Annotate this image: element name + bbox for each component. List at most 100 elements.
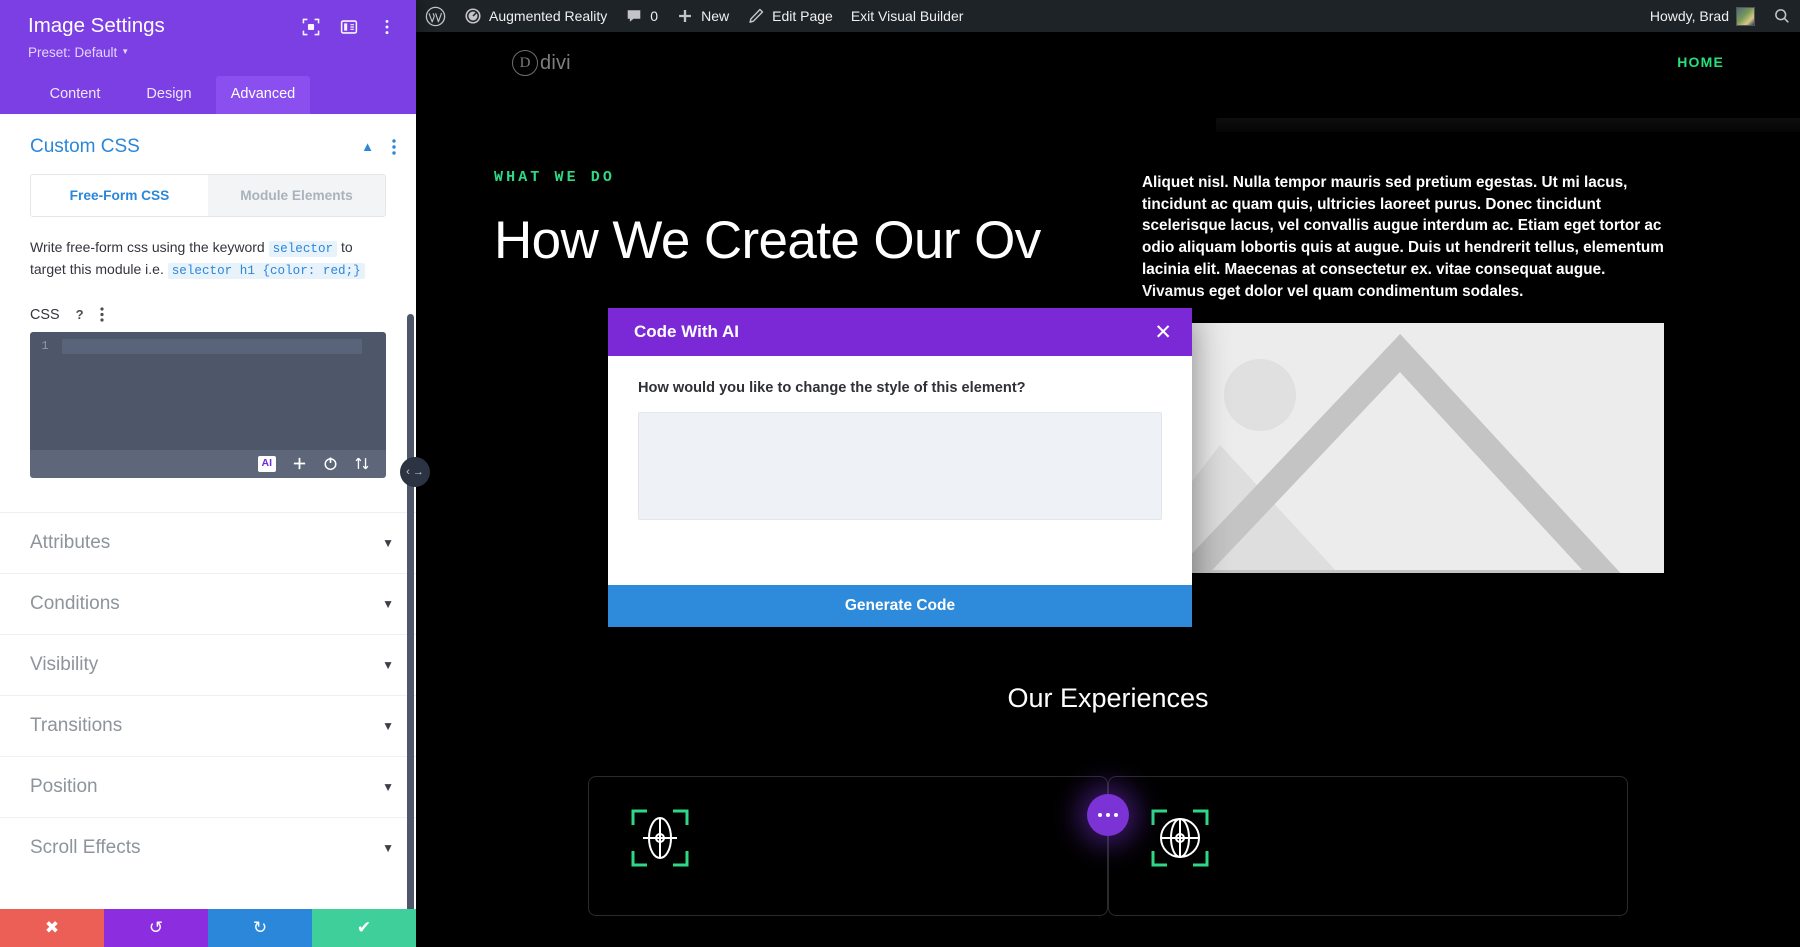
redo-button[interactable]: ↻ [208, 909, 312, 947]
accordion-item-visibility[interactable]: Visibility ▼ [0, 634, 416, 695]
accordion-item-scroll-effects[interactable]: Scroll Effects ▼ [0, 817, 416, 878]
segment-module-elements[interactable]: Module Elements [208, 175, 385, 216]
css-editor-line-number: 1 [30, 332, 60, 450]
image-module-placeholder[interactable] [1142, 323, 1664, 573]
panel-title: Image Settings [28, 14, 165, 39]
segment-free-form-css[interactable]: Free-Form CSS [31, 175, 208, 216]
generate-code-button[interactable]: Generate Code [608, 585, 1192, 627]
css-editor-area[interactable]: 1 [30, 332, 386, 450]
wp-site-name-label: Augmented Reality [489, 8, 607, 24]
dot [1098, 813, 1102, 817]
accordion-item-transitions[interactable]: Transitions ▼ [0, 695, 416, 756]
ar-target-icon [629, 807, 691, 869]
divi-logo-word: divi [540, 52, 571, 75]
wp-logo-button[interactable] [416, 0, 455, 32]
sort-updown-icon[interactable] [354, 456, 370, 471]
wp-site-name[interactable]: Augmented Reality [455, 0, 616, 32]
accordion-label: Position [30, 776, 98, 798]
experience-card[interactable] [588, 776, 1108, 916]
close-icon[interactable]: ✕ [1154, 322, 1172, 343]
tab-design[interactable]: Design [122, 76, 216, 114]
css-editor[interactable]: 1 AI [30, 332, 386, 478]
site-header: D divi HOME [416, 32, 1800, 94]
cancel-button[interactable]: ✖ [0, 909, 104, 947]
site-logo[interactable]: D divi [512, 50, 571, 76]
css-mode-segmented-control: Free-Form CSS Module Elements [30, 174, 386, 217]
code-with-ai-modal: Code With AI ✕ How would you like to cha… [608, 308, 1192, 627]
wp-new-button[interactable]: New [667, 0, 738, 32]
site-nav[interactable]: HOME [1677, 54, 1724, 72]
panel-header: Image Settings Preset: Default ▼ [0, 0, 416, 114]
preset-selector[interactable]: Preset: Default ▼ [28, 45, 165, 60]
search-icon [1773, 7, 1791, 25]
section-right-column: Aliquet nisl. Nulla tempor mauris sed pr… [1142, 169, 1672, 573]
undo-button[interactable]: ↺ [104, 909, 208, 947]
chevron-down-icon: ▼ [382, 841, 394, 855]
chevron-up-icon[interactable]: ▲ [361, 139, 374, 154]
advanced-accordion: Attributes ▼ Conditions ▼ Visibility ▼ T… [0, 512, 416, 878]
chevron-down-icon: ▼ [382, 719, 394, 733]
focus-target-icon[interactable] [302, 18, 320, 36]
experience-card[interactable] [1108, 776, 1628, 916]
css-field-label-row: CSS ? [30, 307, 386, 323]
wp-comments-count: 0 [650, 8, 658, 24]
experiences-title: Our Experiences [416, 683, 1800, 714]
modal-title: Code With AI [634, 322, 739, 342]
dashboard-icon [464, 7, 482, 25]
chevron-down-icon: ▼ [382, 536, 394, 550]
dot [1114, 813, 1118, 817]
wp-exit-builder-button[interactable]: Exit Visual Builder [842, 0, 973, 32]
tab-content[interactable]: Content [28, 76, 122, 114]
css-field-label: CSS [30, 307, 60, 323]
chevron-down-icon: ▼ [121, 48, 129, 56]
kebab-menu-icon[interactable] [378, 18, 396, 36]
kebab-menu-icon[interactable] [392, 139, 396, 155]
custom-css-group-header[interactable]: Custom CSS ▲ [0, 114, 416, 174]
add-module-button[interactable] [1087, 794, 1129, 836]
save-button[interactable]: ✔ [312, 909, 416, 947]
panel-body: Custom CSS ▲ Free-Form CSS Module Elemen… [0, 114, 416, 909]
ar-globe-icon [1149, 807, 1211, 869]
custom-css-title: Custom CSS [30, 136, 140, 158]
accordion-label: Conditions [30, 593, 120, 615]
panel-scrollbar[interactable] [407, 314, 414, 909]
help-part-1: Write free-form css using the keyword [30, 239, 265, 255]
wp-comments-button[interactable]: 0 [616, 0, 667, 32]
accordion-label: Transitions [30, 715, 122, 737]
accordion-label: Scroll Effects [30, 837, 141, 859]
module-settings-panel: Image Settings Preset: Default ▼ [0, 0, 416, 947]
ai-badge-button[interactable]: AI [258, 456, 277, 472]
accordion-label: Visibility [30, 654, 98, 676]
accordion-item-attributes[interactable]: Attributes ▼ [0, 512, 416, 573]
custom-css-help-text: Write free-form css using the keyword se… [30, 237, 386, 281]
wp-account-menu[interactable]: Howdy, Brad [1641, 0, 1764, 32]
power-icon[interactable] [323, 456, 338, 471]
accordion-item-conditions[interactable]: Conditions ▼ [0, 573, 416, 634]
modal-body: How would you like to change the style o… [608, 356, 1192, 555]
chevron-down-icon: ▼ [382, 658, 394, 672]
css-editor-toolbar: AI [30, 450, 386, 478]
accordion-label: Attributes [30, 532, 110, 554]
layout-columns-icon[interactable] [340, 18, 358, 36]
ai-prompt-input[interactable] [638, 412, 1162, 520]
css-editor-active-line [62, 339, 362, 354]
modal-question-label: How would you like to change the style o… [638, 380, 1162, 396]
tab-advanced[interactable]: Advanced [216, 76, 310, 114]
nav-link-home[interactable]: HOME [1677, 54, 1724, 70]
panel-tabs: Content Design Advanced [28, 76, 396, 114]
panel-footer: ✖ ↺ ↻ ✔ [0, 909, 416, 947]
chevron-down-icon: ▼ [382, 780, 394, 794]
add-icon[interactable] [292, 456, 307, 471]
experience-cards [416, 776, 1800, 916]
wp-exit-builder-label: Exit Visual Builder [851, 8, 964, 24]
wp-search-button[interactable] [1764, 0, 1800, 32]
accordion-item-position[interactable]: Position ▼ [0, 756, 416, 817]
panel-resize-handle[interactable]: ‹ → [400, 457, 430, 487]
wp-edit-page-button[interactable]: Edit Page [738, 0, 842, 32]
wp-edit-page-label: Edit Page [772, 8, 833, 24]
help-question-icon[interactable]: ? [72, 307, 88, 323]
avatar [1736, 7, 1755, 26]
pencil-icon [747, 7, 765, 25]
kebab-menu-icon[interactable] [100, 307, 104, 322]
section-body-text: Aliquet nisl. Nulla tempor mauris sed pr… [1142, 172, 1672, 302]
